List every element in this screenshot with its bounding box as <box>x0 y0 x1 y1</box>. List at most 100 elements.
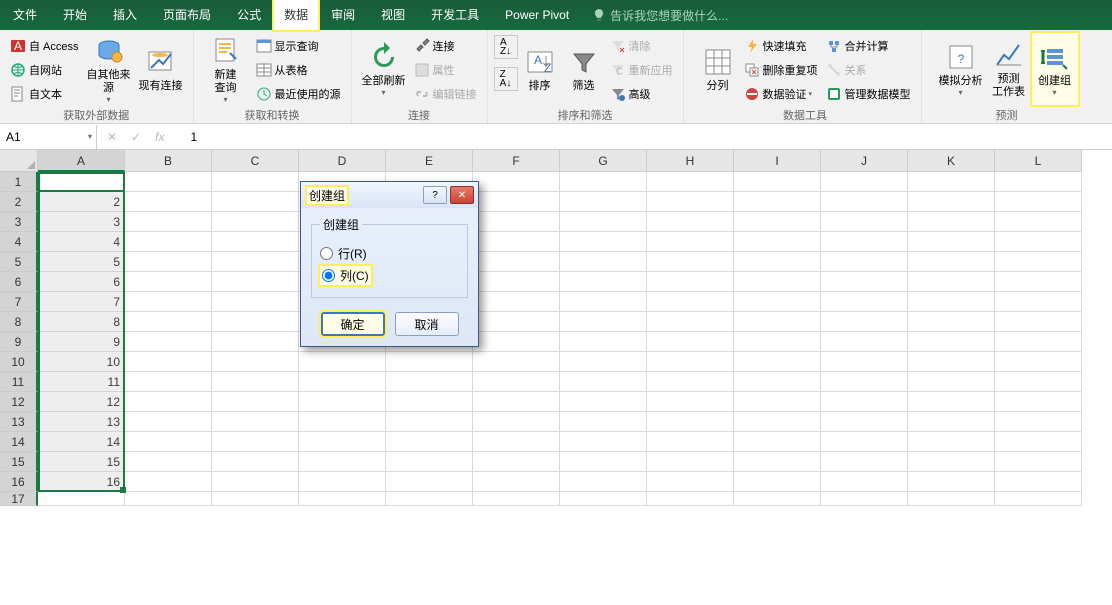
cell-F10[interactable] <box>473 352 560 372</box>
group-button[interactable]: 创建组▾ <box>1032 33 1078 105</box>
cell-H8[interactable] <box>647 312 734 332</box>
cell-L13[interactable] <box>995 412 1082 432</box>
cell-G9[interactable] <box>560 332 647 352</box>
col-header-B[interactable]: B <box>125 150 212 172</box>
cell-H11[interactable] <box>647 372 734 392</box>
col-header-F[interactable]: F <box>473 150 560 172</box>
new-query-button[interactable]: 新建 查询▾ <box>200 33 252 105</box>
row-header-13[interactable]: 13 <box>0 412 38 432</box>
from-access-button[interactable]: A自 Access <box>6 35 83 57</box>
cell-J16[interactable] <box>821 472 908 492</box>
cell-C12[interactable] <box>212 392 299 412</box>
menu-审阅[interactable]: 审阅 <box>318 0 368 30</box>
cell-E10[interactable] <box>386 352 473 372</box>
from-text-button[interactable]: 自文本 <box>6 83 83 105</box>
cell-K2[interactable] <box>908 192 995 212</box>
cell-B5[interactable] <box>125 252 212 272</box>
cell-B10[interactable] <box>125 352 212 372</box>
cell-H12[interactable] <box>647 392 734 412</box>
cell-A9[interactable]: 9 <box>38 332 125 352</box>
data-model-button[interactable]: 管理数据模型 <box>822 83 915 105</box>
cell-K12[interactable] <box>908 392 995 412</box>
forecast-sheet-button[interactable]: 预测 工作表 <box>986 33 1032 105</box>
cell-I10[interactable] <box>734 352 821 372</box>
cell-I15[interactable] <box>734 452 821 472</box>
cell-I14[interactable] <box>734 432 821 452</box>
col-header-H[interactable]: H <box>647 150 734 172</box>
cell-F9[interactable] <box>473 332 560 352</box>
cell-K8[interactable] <box>908 312 995 332</box>
dialog-titlebar[interactable]: 创建组 ? ✕ <box>301 182 478 208</box>
row-header-6[interactable]: 6 <box>0 272 38 292</box>
cell-I11[interactable] <box>734 372 821 392</box>
cell-E17[interactable] <box>386 492 473 506</box>
cell-F12[interactable] <box>473 392 560 412</box>
col-header-G[interactable]: G <box>560 150 647 172</box>
cell-C6[interactable] <box>212 272 299 292</box>
refresh-all-button[interactable]: 全部刷新▾ <box>358 33 410 105</box>
cell-F3[interactable] <box>473 212 560 232</box>
cell-A16[interactable]: 16 <box>38 472 125 492</box>
recent-sources-button[interactable]: 最近使用的源 <box>252 83 345 105</box>
cell-D16[interactable] <box>299 472 386 492</box>
formula-input[interactable]: 1 <box>180 130 1112 144</box>
cell-L3[interactable] <box>995 212 1082 232</box>
cell-L8[interactable] <box>995 312 1082 332</box>
cell-A10[interactable]: 10 <box>38 352 125 372</box>
cell-L10[interactable] <box>995 352 1082 372</box>
what-if-button[interactable]: ?模拟分析▾ <box>936 33 986 105</box>
cells-area[interactable]: 12345678910111213141516 <box>38 172 1082 506</box>
cell-A12[interactable]: 12 <box>38 392 125 412</box>
radio-rows[interactable]: 行(R) <box>320 245 459 262</box>
cell-L15[interactable] <box>995 452 1082 472</box>
cell-A15[interactable]: 15 <box>38 452 125 472</box>
advanced-filter-button[interactable]: 高级 <box>606 83 677 105</box>
cell-F16[interactable] <box>473 472 560 492</box>
cell-K1[interactable] <box>908 172 995 192</box>
cell-G8[interactable] <box>560 312 647 332</box>
cell-G3[interactable] <box>560 212 647 232</box>
cell-B1[interactable] <box>125 172 212 192</box>
cell-A14[interactable]: 14 <box>38 432 125 452</box>
cell-I16[interactable] <box>734 472 821 492</box>
cell-A11[interactable]: 11 <box>38 372 125 392</box>
cell-L14[interactable] <box>995 432 1082 452</box>
cell-B12[interactable] <box>125 392 212 412</box>
cell-G11[interactable] <box>560 372 647 392</box>
data-validation-button[interactable]: 数据验证▾ <box>740 83 822 105</box>
col-header-E[interactable]: E <box>386 150 473 172</box>
cell-L5[interactable] <box>995 252 1082 272</box>
cell-C7[interactable] <box>212 292 299 312</box>
cell-I4[interactable] <box>734 232 821 252</box>
cell-D14[interactable] <box>299 432 386 452</box>
filter-button[interactable]: 筛选 <box>562 33 606 105</box>
cell-H15[interactable] <box>647 452 734 472</box>
col-header-A[interactable]: A <box>38 150 125 172</box>
cell-K15[interactable] <box>908 452 995 472</box>
cell-C4[interactable] <box>212 232 299 252</box>
cell-A5[interactable]: 5 <box>38 252 125 272</box>
connections-button[interactable]: 连接 <box>410 35 481 57</box>
cell-G13[interactable] <box>560 412 647 432</box>
cell-H6[interactable] <box>647 272 734 292</box>
cell-G2[interactable] <box>560 192 647 212</box>
remove-duplicates-button[interactable]: 删除重复项 <box>740 59 822 81</box>
cell-G6[interactable] <box>560 272 647 292</box>
cell-B11[interactable] <box>125 372 212 392</box>
from-web-button[interactable]: 自网站 <box>6 59 83 81</box>
cell-D11[interactable] <box>299 372 386 392</box>
cell-I12[interactable] <box>734 392 821 412</box>
text-to-columns-button[interactable]: 分列 <box>696 33 740 105</box>
row-header-7[interactable]: 7 <box>0 292 38 312</box>
cell-G7[interactable] <box>560 292 647 312</box>
cell-J9[interactable] <box>821 332 908 352</box>
menu-视图[interactable]: 视图 <box>368 0 418 30</box>
cell-F14[interactable] <box>473 432 560 452</box>
cell-J17[interactable] <box>821 492 908 506</box>
cell-J4[interactable] <box>821 232 908 252</box>
cell-G5[interactable] <box>560 252 647 272</box>
cell-K9[interactable] <box>908 332 995 352</box>
cell-H17[interactable] <box>647 492 734 506</box>
cell-K3[interactable] <box>908 212 995 232</box>
cell-L7[interactable] <box>995 292 1082 312</box>
